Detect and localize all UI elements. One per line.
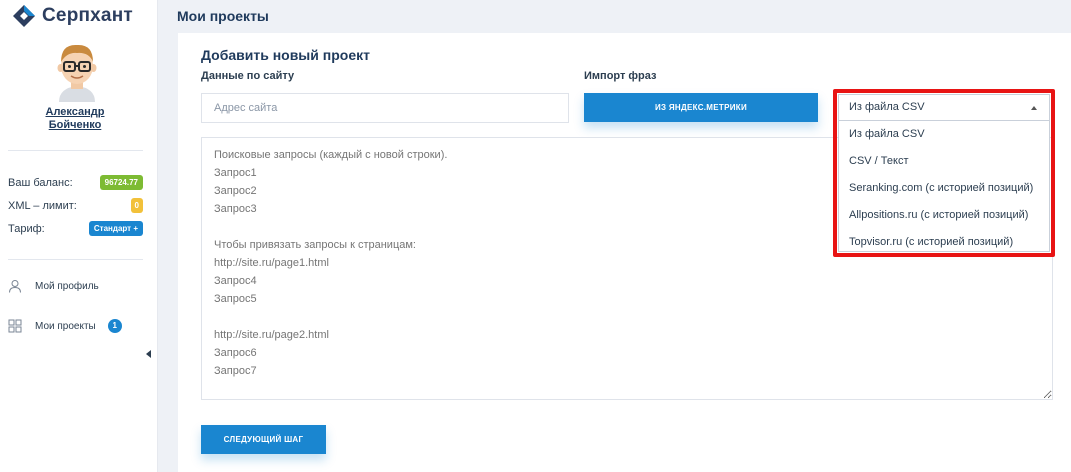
projects-count-badge: 1 xyxy=(107,319,122,333)
xml-limit-badge[interactable]: 0 xyxy=(130,198,143,213)
balance-badge[interactable]: 96724.77 xyxy=(99,175,143,190)
site-url-input[interactable] xyxy=(201,93,569,123)
sidebar-divider xyxy=(8,259,143,260)
xml-limit-label: XML – лимит: xyxy=(8,199,77,212)
grid-icon xyxy=(8,319,22,333)
logo-text: Серпхант xyxy=(42,5,133,26)
user-last-name: Бойченко xyxy=(48,119,102,131)
tariff-label: Тариф: xyxy=(8,222,45,235)
caret-up-icon xyxy=(1031,106,1037,110)
dropdown-option[interactable]: Topvisor.ru (с историей позиций) xyxy=(839,229,1049,256)
import-source-selected-value: Из файла CSV xyxy=(849,101,925,113)
sidebar-item-profile[interactable]: Мой профиль xyxy=(8,279,99,293)
user-first-name: Александр xyxy=(45,106,105,118)
xml-limit-row: XML – лимит: 0 xyxy=(8,198,143,213)
tariff-badge[interactable]: Стандарт + xyxy=(88,221,143,236)
site-data-label: Данные по сайту xyxy=(201,70,295,82)
import-phrases-label: Импорт фраз xyxy=(584,70,657,82)
import-source-options: Из файла CSV CSV / Текст Seranking.com (… xyxy=(838,121,1050,252)
user-name-link[interactable]: Александр Бойченко xyxy=(0,106,150,132)
sidebar-item-label: Мои проекты xyxy=(35,320,96,332)
dropdown-option[interactable]: Из файла CSV xyxy=(839,121,1049,148)
avatar[interactable] xyxy=(49,38,105,102)
card-title: Добавить новый проект xyxy=(201,47,370,63)
import-from-metrika-button[interactable]: ИЗ ЯНДЕКС.МЕТРИКИ xyxy=(584,93,818,122)
sidebar-divider xyxy=(8,150,143,151)
logo-mark-icon xyxy=(12,4,36,28)
sidebar: Серпхант Александр Бойченко Ваш баланс: … xyxy=(0,0,158,472)
balance-label: Ваш баланс: xyxy=(8,176,73,189)
sidebar-item-projects[interactable]: Мои проекты 1 xyxy=(8,319,122,333)
tariff-row: Тариф: Стандарт + xyxy=(8,221,143,236)
dropdown-option[interactable]: Allpositions.ru (с историей позиций) xyxy=(839,202,1049,229)
user-icon xyxy=(8,279,22,293)
import-source-select[interactable]: Из файла CSV xyxy=(838,94,1050,121)
dropdown-option[interactable]: Seranking.com (с историей позиций) xyxy=(839,175,1049,202)
page-title: Мои проекты xyxy=(177,8,269,24)
dropdown-option[interactable]: CSV / Текст xyxy=(839,148,1049,175)
sidebar-item-label: Мой профиль xyxy=(35,280,99,292)
logo[interactable]: Серпхант xyxy=(12,4,133,28)
next-step-button[interactable]: СЛЕДУЮЩИЙ ШАГ xyxy=(201,425,326,454)
balance-row: Ваш баланс: 96724.77 xyxy=(8,175,143,190)
collapse-sidebar-icon[interactable] xyxy=(146,350,151,358)
